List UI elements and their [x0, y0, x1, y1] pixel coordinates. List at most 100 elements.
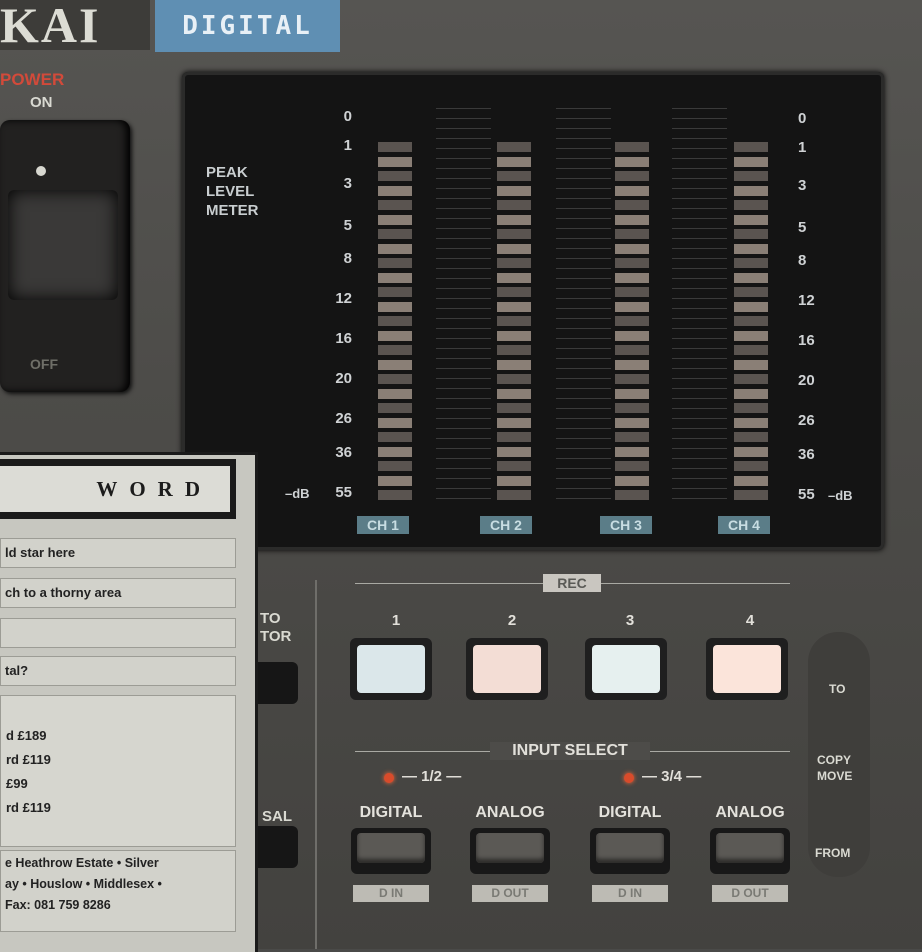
meter-grid-line: [436, 448, 491, 449]
meter-grid-line: [436, 348, 491, 349]
pair-label: — 1/2 —: [402, 768, 462, 785]
advert-row: tal?: [0, 656, 236, 686]
meter-grid-line: [556, 228, 611, 229]
advert-row: ld star here: [0, 538, 236, 568]
input-button-label: DIGITAL: [598, 804, 662, 821]
meter-grid-line: [436, 188, 491, 189]
scale-left-tick: 26: [335, 410, 352, 427]
power-rocker[interactable]: [8, 190, 118, 300]
meter-segment: [615, 171, 649, 181]
rec-button-4[interactable]: [706, 638, 788, 700]
io-label: D OUT: [472, 885, 548, 902]
meter-grid-line: [556, 428, 611, 429]
meter-grid-line: [436, 278, 491, 279]
meter-segment: [497, 302, 531, 312]
meter-grid-line: [672, 388, 727, 389]
io-label: D IN: [353, 885, 429, 902]
scale-left-tick: 3: [343, 175, 352, 192]
advert-address-line: Fax: 081 759 8286: [5, 898, 111, 912]
meter-segment: [378, 490, 412, 500]
meter-grid-line: [436, 378, 491, 379]
meter-grid-line: [672, 358, 727, 359]
analog-34-button[interactable]: [710, 828, 790, 874]
digital-34-button[interactable]: [590, 828, 670, 874]
meter-grid-line: [556, 358, 611, 359]
meter-grid-line: [556, 208, 611, 209]
rec-number: 1: [391, 612, 401, 629]
meter-grid-line: [556, 178, 611, 179]
meter-segment: [615, 389, 649, 399]
scale-right-tick: 3: [798, 177, 807, 194]
meter-grid-line: [436, 118, 491, 119]
meter-segment: [734, 171, 768, 181]
meter-grid-line: [556, 448, 611, 449]
panel-divider: [315, 580, 317, 949]
channel-label: CH 1: [357, 516, 409, 534]
advert-address: e Heathrow Estate • Silver ay • Houslow …: [0, 850, 236, 932]
meter-grid-line: [672, 118, 727, 119]
meter-grid-line: [436, 388, 491, 389]
meter-grid-line: [556, 398, 611, 399]
meter-grid-line: [556, 288, 611, 289]
meter-grid-line: [556, 408, 611, 409]
meter-segment: [497, 447, 531, 457]
meter-grid-line: [556, 418, 611, 419]
meter-grid-line: [436, 498, 491, 499]
meter-segment: [378, 331, 412, 341]
rehearsal-label: SAL: [262, 808, 292, 825]
meter-grid-line: [672, 198, 727, 199]
meter-segment: [378, 403, 412, 413]
advert-price: rd £119: [6, 800, 51, 815]
rec-button-face: [357, 645, 425, 693]
meter-grid-line: [436, 268, 491, 269]
to-monitor-line: TO: [260, 610, 281, 627]
meter-grid-line: [556, 128, 611, 129]
meter-grid-line: [436, 128, 491, 129]
meter-segment: [378, 244, 412, 254]
meter-grid-line: [556, 148, 611, 149]
rec-button-2[interactable]: [466, 638, 548, 700]
meter-grid-line: [436, 468, 491, 469]
meter-segment: [378, 157, 412, 167]
meter-grid-line: [672, 298, 727, 299]
meter-grid-line: [436, 258, 491, 259]
meter-grid-line: [556, 478, 611, 479]
meter-grid-line: [436, 358, 491, 359]
meter-grid-line: [436, 248, 491, 249]
digital-12-button[interactable]: [351, 828, 431, 874]
meter-segment: [378, 273, 412, 283]
meter-segment: [378, 432, 412, 442]
meter-grid-line: [556, 458, 611, 459]
meter-grid-line: [436, 178, 491, 179]
meter-segment: [497, 142, 531, 152]
meter-grid-line: [556, 238, 611, 239]
meter-grid-line: [672, 168, 727, 169]
meter-grid-line: [556, 248, 611, 249]
meter-segment: [615, 302, 649, 312]
meter-segment: [497, 186, 531, 196]
rec-button-1[interactable]: [350, 638, 432, 700]
meter-segment: [378, 316, 412, 326]
meter-title-line: METER: [206, 202, 259, 219]
rec-button-3[interactable]: [585, 638, 667, 700]
rec-button-face: [592, 645, 660, 693]
meter-grid-line: [436, 238, 491, 239]
meter-grid-line: [436, 168, 491, 169]
scale-left-tick: 5: [343, 217, 352, 234]
meter-segment: [615, 345, 649, 355]
rec-label: REC: [543, 574, 601, 592]
meter-segment: [378, 171, 412, 181]
meter-grid-line: [556, 348, 611, 349]
pair-label: — 3/4 —: [642, 768, 702, 785]
rec-button-face: [473, 645, 541, 693]
meter-segment: [615, 287, 649, 297]
meter-grid-line: [672, 238, 727, 239]
meter-grid-line: [436, 308, 491, 309]
meter-segment: [378, 345, 412, 355]
analog-12-button[interactable]: [470, 828, 550, 874]
channel-label: CH 2: [480, 516, 532, 534]
meter-grid-line: [556, 338, 611, 339]
copy-label: COPY: [817, 753, 852, 767]
advert-title: WORD: [0, 466, 230, 512]
meter-segment: [734, 157, 768, 167]
